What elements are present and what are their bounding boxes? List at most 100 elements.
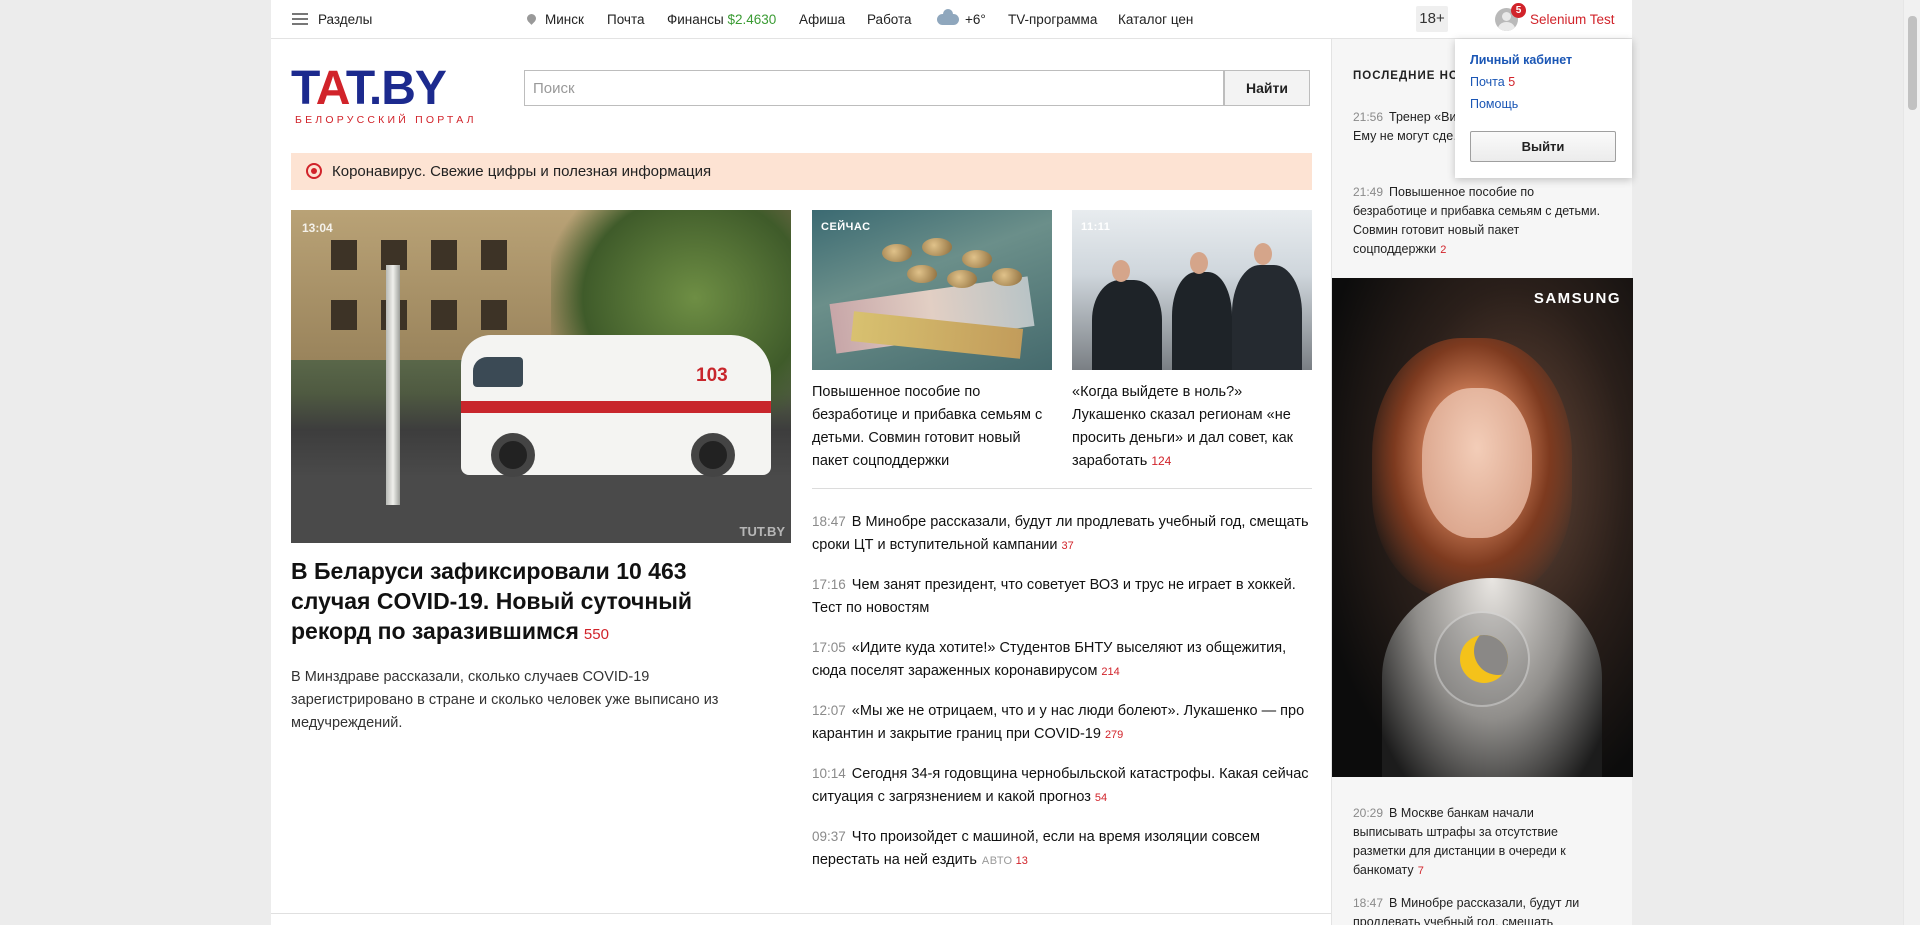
ambulance-van: 103 xyxy=(461,335,771,477)
list-item[interactable]: 18:47 В Минобре рассказали, будут ли прод… xyxy=(812,510,1312,558)
tv-link[interactable]: TV-программа xyxy=(1008,12,1097,27)
person-head xyxy=(1254,243,1272,265)
prices-link[interactable]: Каталог цен xyxy=(1118,12,1193,27)
user-name-link[interactable]: Selenium Test xyxy=(1530,12,1615,27)
comments-count[interactable]: 7 xyxy=(1418,865,1424,877)
list-item[interactable]: 12:07 «Мы же не отрицаем, что и у нас люд… xyxy=(812,699,1312,747)
site-logo[interactable]: TAT.BY БЕЛОРУССКИЙ ПОРТАЛ xyxy=(291,65,501,128)
card-title[interactable]: «Когда выйдете в ноль?» Лукашенко сказал… xyxy=(1072,381,1317,473)
comments-count[interactable]: 550 xyxy=(584,626,609,643)
moon-icon xyxy=(1460,635,1508,683)
finance-label: Финансы xyxy=(667,12,724,27)
finance-link[interactable]: Финансы $2.4630 xyxy=(667,12,776,27)
list-item[interactable]: 17:05 «Идите куда хотите!» Студентов БНТУ… xyxy=(812,636,1312,684)
news-time: 17:16 xyxy=(812,577,846,592)
news-time: 12:07 xyxy=(812,703,846,718)
news-title: «Идите куда хотите!» Студентов БНТУ высе… xyxy=(812,640,1287,679)
news-time: 17:05 xyxy=(812,640,846,655)
coin-shape xyxy=(962,250,992,268)
comments-count[interactable]: 279 xyxy=(1105,729,1123,741)
lamp-pole xyxy=(386,265,400,505)
coronavirus-banner[interactable]: Коронавирус. Свежие цифры и полезная инф… xyxy=(291,153,1312,190)
scrollbar[interactable] xyxy=(1903,0,1920,925)
coronavirus-banner-text: Коронавирус. Свежие цифры и полезная инф… xyxy=(332,163,712,180)
comments-count[interactable]: 2 xyxy=(1440,244,1446,256)
news-time: 21:49 xyxy=(1353,185,1384,199)
top-bar: Разделы Минск Почта Финансы $2.4630 Афиш… xyxy=(271,0,1632,39)
mail-count: 5 xyxy=(1508,75,1516,89)
main-story-time: 13:04 xyxy=(302,221,333,235)
rubric-label[interactable]: АВТО xyxy=(982,855,1013,867)
card-image[interactable]: СЕЙЧАС xyxy=(812,210,1052,370)
list-item[interactable]: 20:29 В Москве банкам начали выписывать ш… xyxy=(1353,804,1603,881)
dropdown-mail-link[interactable]: Почта 5 xyxy=(1470,75,1515,89)
list-item[interactable]: 17:16 Чем занят президент, что советует В… xyxy=(812,573,1312,620)
sections-link[interactable]: Разделы xyxy=(318,12,372,27)
card-tag: СЕЙЧАС xyxy=(821,221,871,233)
search-input[interactable]: Поиск xyxy=(524,70,1224,106)
city-link[interactable]: Минск xyxy=(525,12,584,27)
person-shape xyxy=(1092,280,1162,370)
coin-shape xyxy=(922,238,952,256)
coin-shape xyxy=(947,270,977,288)
city-label: Минск xyxy=(545,12,584,27)
search-button[interactable]: Найти xyxy=(1224,70,1310,106)
ad-face xyxy=(1422,388,1532,538)
coin-shape xyxy=(992,268,1022,286)
age-badge: 18+ xyxy=(1416,6,1448,32)
samsung-ad[interactable]: SAMSUNG xyxy=(1332,278,1633,777)
news-title: Повышенное пособие по безработице и приб… xyxy=(1353,185,1601,256)
card-title[interactable]: Повышенное пособие по безработице и приб… xyxy=(812,381,1057,473)
divider xyxy=(812,488,1312,489)
card-title-text: Повышенное пособие по безработице и приб… xyxy=(812,384,1043,469)
page: Разделы Минск Почта Финансы $2.4630 Афиш… xyxy=(271,0,1633,925)
news-title: В Москве банкам начали выписывать штрафы… xyxy=(1353,806,1566,877)
coin-shape xyxy=(882,244,912,262)
location-pin-icon xyxy=(525,12,538,25)
cloud-icon xyxy=(937,9,959,25)
logo-subtitle: БЕЛОРУССКИЙ ПОРТАЛ xyxy=(295,114,477,126)
comments-count[interactable]: 37 xyxy=(1061,540,1073,552)
list-item[interactable]: 18:47 В Минобре рассказали, будут ли прод… xyxy=(1353,894,1603,925)
main-story-image[interactable]: 103 13:04 TUT.BY xyxy=(291,210,791,543)
finance-rate: $2.4630 xyxy=(727,12,777,27)
comments-count[interactable]: 13 xyxy=(1016,855,1028,867)
card-image[interactable]: 11:11 xyxy=(1072,210,1312,370)
card-title-text: «Когда выйдете в ноль?» Лукашенко сказал… xyxy=(1072,384,1294,469)
comments-count[interactable]: 214 xyxy=(1101,666,1119,678)
cabinet-link[interactable]: Личный кабинет xyxy=(1470,53,1572,67)
list-item[interactable]: 10:14 Сегодня 34-я годовщина чернобыльско… xyxy=(812,762,1312,810)
help-link[interactable]: Помощь xyxy=(1470,97,1518,111)
comments-count[interactable]: 54 xyxy=(1095,792,1107,804)
card-time: 11:11 xyxy=(1081,221,1111,233)
dropdown-mail-label: Почта xyxy=(1470,75,1505,89)
van-number: 103 xyxy=(696,365,728,386)
list-item[interactable]: 21:49 Повышенное пособие по безработице и… xyxy=(1353,183,1603,260)
weather-link[interactable]: +6° xyxy=(937,9,986,27)
photo-watermark: TUT.BY xyxy=(739,524,786,539)
main-story-title[interactable]: В Беларуси зафиксировали 10 463 случая C… xyxy=(291,556,731,650)
menu-icon[interactable] xyxy=(292,13,308,25)
news-time: 18:47 xyxy=(812,514,846,529)
person-shape xyxy=(1172,272,1232,370)
weather-temp: +6° xyxy=(965,12,986,27)
latest-news-title: ПОСЛЕДНИЕ НО xyxy=(1353,70,1459,82)
virus-icon xyxy=(306,163,322,179)
news-title: «Мы же не отрицаем, что и у нас люди бол… xyxy=(812,703,1305,742)
person-head xyxy=(1190,252,1208,274)
comments-count[interactable]: 124 xyxy=(1151,454,1171,468)
news-time: 18:47 xyxy=(1353,896,1384,910)
list-item[interactable]: 09:37 Что произойдет с машиной, если на в… xyxy=(812,825,1312,873)
person-head xyxy=(1112,260,1130,282)
afisha-link[interactable]: Афиша xyxy=(799,12,845,27)
road-photo-part xyxy=(291,475,791,543)
mail-link[interactable]: Почта xyxy=(607,12,645,27)
user-dropdown: Личный кабинет Почта 5 Помощь Выйти xyxy=(1455,39,1632,178)
scrollbar-thumb[interactable] xyxy=(1908,16,1917,110)
jobs-link[interactable]: Работа xyxy=(867,12,912,27)
news-title: Что произойдет с машиной, если на время … xyxy=(812,829,1260,868)
logout-button[interactable]: Выйти xyxy=(1470,131,1616,162)
coin-shape xyxy=(907,265,937,283)
news-time: 21:56 xyxy=(1353,110,1384,124)
main-story-description: В Минздраве рассказали, сколько случаев … xyxy=(291,669,719,731)
